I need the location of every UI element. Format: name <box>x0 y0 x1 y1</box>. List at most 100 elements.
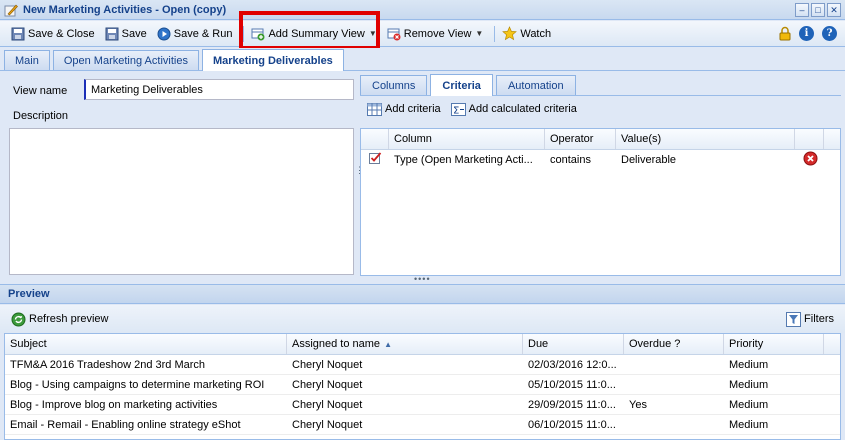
sort-asc-icon: ▲ <box>384 339 392 349</box>
preview-cell-assigned: Cheryl Noquet <box>292 418 363 431</box>
filters-button[interactable]: Filters <box>783 308 837 330</box>
tab-automation[interactable]: Automation <box>495 75 576 95</box>
filters-label: Filters <box>804 313 834 325</box>
filter-icon <box>786 311 802 327</box>
toolbar-separator <box>494 25 496 42</box>
view-name-input[interactable]: Marketing Deliverables <box>84 79 354 100</box>
delete-icon[interactable] <box>803 151 818 166</box>
tab-columns[interactable]: Columns <box>360 75 428 95</box>
preview-cell-overdue: Yes <box>629 398 647 411</box>
preview-cell-assigned: Cheryl Noquet <box>292 378 363 391</box>
criteria-row[interactable]: Type (Open Marketing Acti... contains De… <box>361 150 840 170</box>
main-tabstrip: Main Open Marketing Activities Marketing… <box>0 48 845 71</box>
window-titlebar: New Marketing Activities - Open (copy) –… <box>0 0 845 20</box>
preview-cell-due: 06/10/2015 11:0... <box>528 418 616 431</box>
tab-open-marketing-activities[interactable]: Open Marketing Activities <box>52 50 199 70</box>
criteria-toolbar: Add criteria Σ Add calculated criteria <box>360 96 841 122</box>
refresh-preview-button[interactable]: Refresh preview <box>8 308 111 330</box>
preview-header-assigned[interactable]: Assigned to name ▲ <box>287 334 523 354</box>
preview-cell-priority: Medium <box>729 398 769 411</box>
refresh-icon <box>11 312 26 326</box>
save-close-button[interactable]: Save & Close <box>8 23 98 45</box>
preview-cell-due: 29/09/2015 11:0... <box>528 398 616 411</box>
app-pencil-icon <box>4 4 18 16</box>
preview-grid-header: Subject Assigned to name ▲ Due Overdue ?… <box>5 334 840 355</box>
view-form: View name Marketing Deliverables Descrip… <box>4 72 354 277</box>
preview-cell-subject: Blog - Using campaigns to determine mark… <box>10 378 265 391</box>
chevron-down-icon: ▼ <box>475 29 484 38</box>
remove-view-icon <box>387 28 401 40</box>
tab-marketing-deliverables[interactable]: Marketing Deliverables <box>201 49 344 71</box>
highlight-box <box>239 11 380 50</box>
criteria-grid-header: Column Operator Value(s) <box>361 129 840 150</box>
help-icon[interactable]: ? <box>822 26 837 41</box>
criteria-header-operator[interactable]: Operator <box>545 129 616 149</box>
preview-row[interactable]: Blog - Improve blog on marketing activit… <box>5 395 840 415</box>
save-close-icon <box>11 27 25 40</box>
criteria-cell-operator: contains <box>550 154 591 166</box>
description-textarea[interactable] <box>9 128 354 275</box>
tab-main[interactable]: Main <box>4 50 50 70</box>
preview-cell-priority: Medium <box>729 418 769 431</box>
minimize-button[interactable]: – <box>795 3 809 17</box>
criteria-cell-value: Deliverable <box>621 154 677 166</box>
preview-header-overdue[interactable]: Overdue ? <box>624 334 724 354</box>
preview-header-due[interactable]: Due <box>523 334 624 354</box>
table-icon <box>367 102 382 116</box>
tab-criteria[interactable]: Criteria <box>430 74 493 96</box>
remove-view-button[interactable]: Remove View ▼ <box>384 23 487 45</box>
save-run-label: Save & Run <box>173 27 233 40</box>
info-icon[interactable]: i <box>799 26 814 41</box>
remove-view-label: Remove View <box>403 27 472 40</box>
preview-cell-subject: TFM&A 2016 Tradeshow 2nd 3rd March <box>10 358 206 371</box>
play-icon <box>157 27 171 40</box>
refresh-preview-label: Refresh preview <box>29 313 109 325</box>
preview-row[interactable]: Blog - Using campaigns to determine mark… <box>5 375 840 395</box>
lock-icon[interactable] <box>779 26 791 41</box>
criteria-header-values[interactable]: Value(s) <box>616 129 795 149</box>
preview-cell-assigned: Cheryl Noquet <box>292 358 363 371</box>
close-window-button[interactable]: ✕ <box>827 3 841 17</box>
save-icon <box>105 27 119 40</box>
criteria-tabstrip: Columns Criteria Automation <box>360 74 841 96</box>
criteria-row-icon-cell <box>361 152 389 168</box>
save-label: Save <box>121 27 147 40</box>
preview-toolbar: Refresh preview Filters <box>0 305 845 333</box>
preview-row[interactable]: TFM&A 2016 Tradeshow 2nd 3rd March Chery… <box>5 355 840 375</box>
preview-row[interactable]: Email - Remail - Enabling online strateg… <box>5 415 840 435</box>
add-calculated-criteria-button[interactable]: Σ Add calculated criteria <box>448 98 580 120</box>
criteria-row-delete-cell <box>795 151 824 169</box>
main-toolbar: Save & Close Save Save & Run Add Summary… <box>0 21 845 47</box>
checkbox-edit-icon <box>369 152 382 164</box>
criteria-header-icon-col <box>361 129 389 149</box>
star-icon <box>502 26 518 41</box>
add-calculated-criteria-label: Add calculated criteria <box>468 103 577 115</box>
watch-button[interactable]: Watch <box>499 23 554 45</box>
preview-cell-assigned: Cheryl Noquet <box>292 398 363 411</box>
preview-header-subject[interactable]: Subject <box>5 334 287 354</box>
preview-title: Preview <box>8 288 50 300</box>
preview-cell-subject: Blog - Improve blog on marketing activit… <box>10 398 218 411</box>
view-name-label: View name <box>13 85 68 97</box>
save-button[interactable]: Save <box>102 23 150 45</box>
add-criteria-button[interactable]: Add criteria <box>364 98 444 120</box>
preview-cell-subject: Email - Remail - Enabling online strateg… <box>10 418 241 431</box>
horizontal-splitter-handle[interactable]: •••• <box>414 274 431 284</box>
vertical-splitter-handle[interactable]: ⋮ <box>355 166 364 182</box>
preview-cell-due: 02/03/2016 12:0... <box>528 358 617 371</box>
preview-cell-priority: Medium <box>729 378 769 391</box>
save-run-button[interactable]: Save & Run <box>154 23 236 45</box>
criteria-panel: Columns Criteria Automation Add criteria… <box>360 74 841 276</box>
criteria-header-column[interactable]: Column <box>389 129 545 149</box>
criteria-cell-column: Type (Open Marketing Acti... <box>394 154 533 166</box>
save-close-label: Save & Close <box>28 27 95 40</box>
preview-grid: Subject Assigned to name ▲ Due Overdue ?… <box>4 333 841 440</box>
sigma-icon: Σ <box>450 102 466 116</box>
preview-cell-priority: Medium <box>729 358 769 371</box>
watch-label: Watch <box>520 27 552 40</box>
preview-cell-due: 05/10/2015 11:0... <box>528 378 616 391</box>
preview-header-assigned-label: Assigned to name <box>292 338 381 350</box>
preview-header-priority[interactable]: Priority <box>724 334 824 354</box>
preview-header: Preview <box>0 284 845 304</box>
maximize-button[interactable]: □ <box>811 3 825 17</box>
